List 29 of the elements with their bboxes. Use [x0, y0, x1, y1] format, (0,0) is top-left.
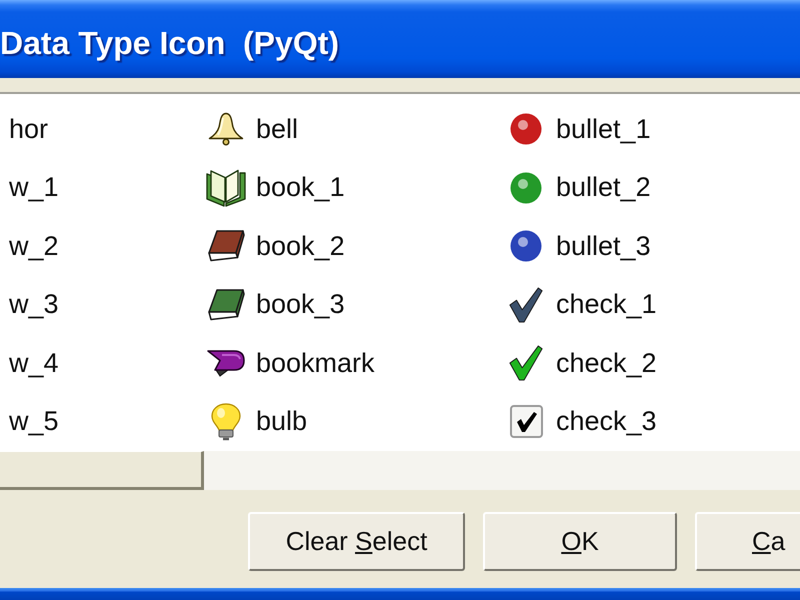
- dialog-button[interactable]: Ca: [695, 512, 800, 571]
- window-title: Data Type Icon (PyQt): [0, 24, 340, 62]
- list-item[interactable]: hor: [9, 109, 48, 150]
- dialog-button[interactable]: Clear Select: [248, 512, 465, 571]
- list-item[interactable]: bullet_1: [505, 109, 651, 150]
- list-item[interactable]: bullet_3: [505, 226, 651, 266]
- list-item[interactable]: check_3: [505, 402, 657, 442]
- scrollbar-track[interactable]: [0, 451, 800, 490]
- lightbulb-icon: [211, 402, 241, 441]
- list-item[interactable]: w_4: [9, 343, 59, 384]
- scrollbar-thumb[interactable]: [0, 451, 204, 490]
- list-item[interactable]: bookmark: [205, 343, 375, 384]
- list-item[interactable]: bulb: [205, 402, 308, 442]
- list-item[interactable]: book_2: [205, 226, 345, 266]
- list-item[interactable]: w_3: [9, 284, 59, 325]
- checkbox-icon: [510, 405, 542, 438]
- list-item[interactable]: bell: [205, 109, 298, 150]
- dialog-button[interactable]: OK: [483, 512, 677, 571]
- list-item[interactable]: bullet_2: [505, 168, 651, 208]
- list-item[interactable]: check_2: [505, 343, 657, 384]
- ribbon-icon: [207, 349, 245, 378]
- list-item[interactable]: book_3: [205, 284, 345, 325]
- list-item[interactable]: w_1: [9, 168, 59, 208]
- list-item[interactable]: w_2: [9, 226, 59, 266]
- list-item[interactable]: book_1: [205, 168, 345, 208]
- list-item[interactable]: check_1: [505, 284, 657, 325]
- open-book-icon: [206, 168, 246, 207]
- list-item[interactable]: w_5: [9, 402, 59, 442]
- bell-icon: [208, 112, 244, 146]
